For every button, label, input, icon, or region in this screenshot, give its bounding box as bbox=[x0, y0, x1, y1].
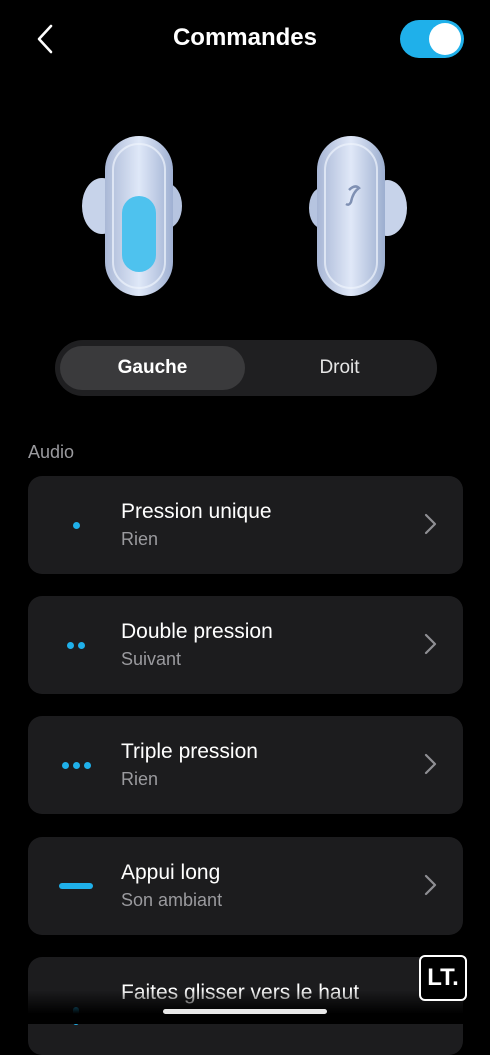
chevron-right-icon bbox=[424, 513, 437, 535]
triple-dot-icon bbox=[56, 716, 96, 814]
control-row-appui-long[interactable]: Appui long Son ambiant bbox=[28, 837, 463, 935]
header: Commandes bbox=[0, 0, 490, 80]
dot bbox=[61, 761, 69, 769]
left-earbud-image bbox=[82, 136, 182, 296]
control-value: Suivant bbox=[121, 649, 182, 669]
chevron-right-icon bbox=[424, 753, 437, 775]
dot bbox=[72, 761, 80, 769]
dot bbox=[72, 521, 80, 529]
earbuds-illustration bbox=[0, 128, 490, 308]
control-value: Rien bbox=[121, 529, 159, 549]
control-name: Double pression bbox=[121, 620, 273, 643]
tab-droit[interactable]: Droit bbox=[247, 346, 432, 390]
double-dot-icon bbox=[56, 596, 96, 694]
long-bar bbox=[59, 883, 93, 889]
control-name: Appui long bbox=[121, 861, 221, 884]
section-label-audio: Audio bbox=[28, 442, 75, 462]
controls-toggle[interactable] bbox=[400, 20, 464, 58]
dot bbox=[78, 641, 85, 649]
bottom-fade bbox=[0, 990, 490, 1024]
toggle-knob bbox=[429, 23, 461, 55]
control-value: Son ambiant bbox=[121, 890, 223, 910]
tab-gauche[interactable]: Gauche bbox=[60, 346, 245, 390]
control-row-pression-unique[interactable]: Pression unique Rien bbox=[28, 476, 463, 574]
dot bbox=[83, 761, 91, 769]
single-dot-icon bbox=[56, 476, 96, 574]
control-value: Rien bbox=[121, 769, 159, 789]
right-earbud-image bbox=[309, 136, 407, 296]
control-name: Pression unique bbox=[121, 500, 272, 523]
chevron-right-icon bbox=[424, 874, 437, 896]
earbud-side-selector: Gauche Droit bbox=[55, 340, 437, 396]
home-indicator[interactable] bbox=[163, 1009, 327, 1014]
control-row-triple-pression[interactable]: Triple pression Rien bbox=[28, 716, 463, 814]
watermark-logo: LT. bbox=[419, 955, 467, 1001]
control-row-double-pression[interactable]: Double pression Suivant bbox=[28, 596, 463, 694]
control-name: Triple pression bbox=[121, 740, 258, 763]
chevron-right-icon bbox=[424, 633, 437, 655]
dot bbox=[67, 641, 74, 649]
long-press-icon bbox=[56, 837, 96, 935]
